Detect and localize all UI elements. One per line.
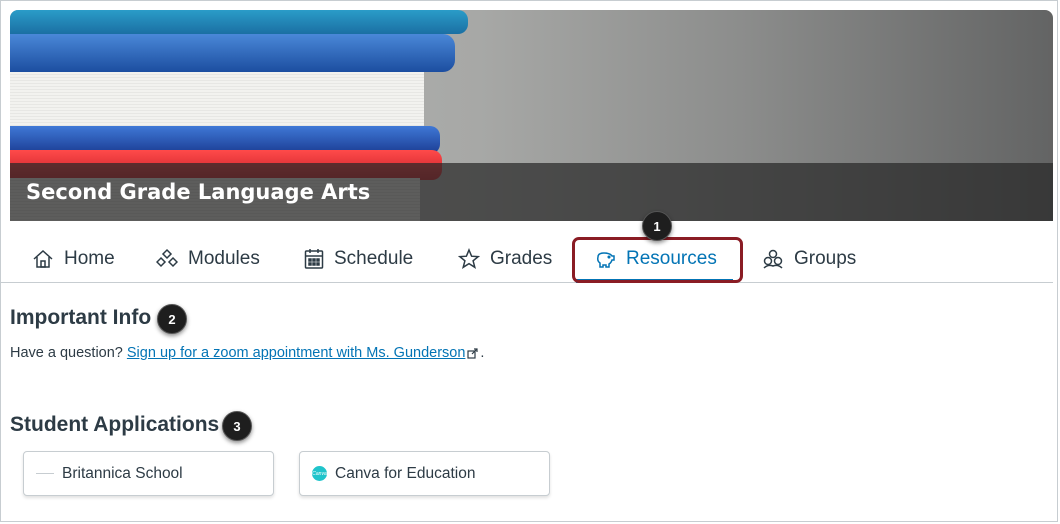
app-name: Britannica School [62, 464, 183, 482]
tab-modules-label: Modules [188, 248, 260, 269]
course-tabs: Home Modules Schedule Grades Resources G… [0, 236, 1053, 283]
groups-icon [763, 249, 783, 269]
tab-home-label: Home [64, 248, 115, 269]
tab-grades[interactable]: Grades [458, 236, 552, 282]
tab-schedule[interactable]: Schedule [304, 236, 413, 282]
course-title: Second Grade Language Arts [26, 180, 371, 204]
external-link-icon [467, 348, 479, 359]
hero-image-pages [10, 72, 424, 132]
canva-logo-icon: Canva [312, 466, 327, 481]
active-tab-indicator [576, 279, 733, 283]
app-card-britannica[interactable]: Britannica School [23, 451, 274, 496]
zoom-appointment-link[interactable]: Sign up for a zoom appointment with Ms. … [127, 345, 466, 361]
app-name: Canva for Education [335, 464, 476, 482]
tab-groups-label: Groups [794, 248, 857, 269]
info-suffix: . [480, 345, 485, 361]
tab-resources[interactable]: Resources [576, 236, 733, 283]
tab-home[interactable]: Home [32, 236, 115, 282]
hero-image-book [10, 34, 455, 72]
tab-modules[interactable]: Modules [156, 236, 260, 282]
piggy-bank-icon [597, 252, 615, 268]
tab-grades-label: Grades [490, 248, 553, 269]
important-info-heading: Important Info [10, 306, 152, 329]
callout-badge-1: 1 [642, 211, 672, 241]
hero-image-book [10, 10, 468, 34]
calendar-icon [304, 249, 324, 269]
info-prefix: Have a question? [10, 345, 123, 361]
student-applications-heading: Student Applications [10, 413, 220, 436]
tab-groups[interactable]: Groups [762, 236, 856, 282]
callout-badge-2: 2 [157, 304, 187, 334]
home-icon [33, 249, 53, 268]
tab-resources-label: Resources [626, 248, 717, 269]
modules-icon [156, 248, 178, 268]
callout-badge-3: 3 [222, 411, 252, 441]
important-info-text: Have a question? Sign up for a zoom appo… [10, 345, 484, 361]
britannica-logo-icon [36, 473, 54, 474]
tab-schedule-label: Schedule [334, 248, 414, 269]
star-icon [458, 248, 480, 269]
app-card-canva[interactable]: Canva Canva for Education [299, 451, 550, 496]
course-hero-banner: Second Grade Language Arts [10, 10, 1053, 221]
